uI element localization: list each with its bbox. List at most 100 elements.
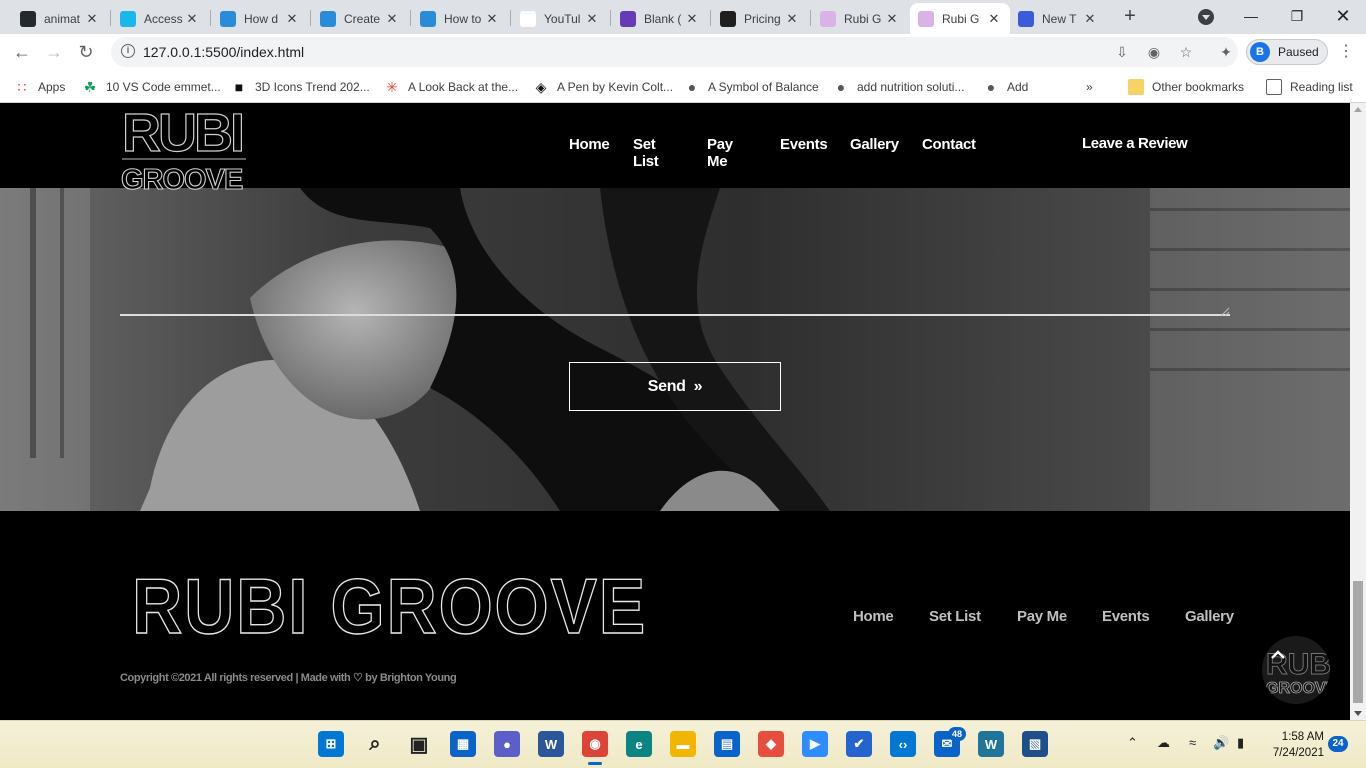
scroll-up-arrow-icon[interactable] bbox=[1354, 107, 1362, 112]
close-tab-icon[interactable]: ✕ bbox=[684, 11, 700, 27]
tab-title: animat bbox=[44, 11, 81, 26]
browser-tab[interactable]: Access ✕ bbox=[112, 3, 208, 34]
bookmark-item[interactable]: ● Add bbox=[983, 77, 1029, 97]
footer-link-gallery[interactable]: Gallery bbox=[1185, 608, 1234, 625]
task-view-icon[interactable]: ▣ bbox=[406, 731, 432, 757]
bookmark-star-icon[interactable]: ☆ bbox=[1178, 44, 1194, 60]
new-tab-button[interactable]: + bbox=[1119, 6, 1141, 28]
close-tab-icon[interactable]: ✕ bbox=[1082, 11, 1098, 27]
reading-list[interactable]: Reading list bbox=[1266, 77, 1353, 97]
reload-icon[interactable]: ↻ bbox=[74, 40, 98, 64]
system-clock[interactable]: 1:58 AM 7/24/2021 bbox=[1268, 729, 1324, 761]
url-text[interactable]: 127.0.0.1:5500/index.html bbox=[143, 44, 304, 60]
onedrive-sync-icon[interactable]: ☁ bbox=[1157, 735, 1170, 751]
browser-tab[interactable]: Blank (✕ bbox=[612, 3, 708, 34]
battery-icon[interactable]: ▮ bbox=[1237, 735, 1244, 751]
browser-tab[interactable]: Rubi G ✕ bbox=[812, 3, 908, 34]
close-tab-icon[interactable]: ✕ bbox=[484, 11, 500, 27]
resize-grip-icon[interactable] bbox=[1219, 306, 1230, 317]
bookmark-item[interactable]: ■ 3D Icons Trend 202... bbox=[231, 77, 370, 97]
browser-tab[interactable]: animat ✕ bbox=[12, 3, 108, 34]
close-window-button[interactable]: ✕ bbox=[1328, 4, 1358, 28]
vscode-icon[interactable]: ‹› bbox=[890, 731, 916, 757]
back-icon[interactable]: ← bbox=[10, 40, 34, 64]
footer-link-events[interactable]: Events bbox=[1102, 608, 1150, 625]
git-icon[interactable]: ◆ bbox=[758, 731, 784, 757]
close-tab-icon[interactable]: ✕ bbox=[986, 11, 1002, 27]
message-textarea-border[interactable] bbox=[120, 314, 1230, 316]
close-tab-icon[interactable]: ✕ bbox=[384, 11, 400, 27]
close-tab-icon[interactable]: ✕ bbox=[884, 11, 900, 27]
browser-tab[interactable]: How to ✕ bbox=[412, 3, 508, 34]
nav-link-pay-me[interactable]: Pay Me bbox=[707, 136, 733, 170]
tracking-blocked-icon[interactable]: ◉ bbox=[1146, 44, 1162, 60]
browser-tab[interactable]: New T ✕ bbox=[1010, 3, 1106, 34]
mail-badge: 48 bbox=[948, 727, 966, 741]
scroll-down-arrow-icon[interactable] bbox=[1354, 711, 1362, 716]
minimize-button[interactable]: — bbox=[1236, 4, 1266, 28]
app-icon[interactable]: ▧ bbox=[1022, 731, 1048, 757]
zoom-icon[interactable]: ▶ bbox=[802, 731, 828, 757]
back-to-top-button[interactable]: RUBI GROOVE bbox=[1262, 636, 1330, 704]
edge-icon[interactable]: e bbox=[626, 731, 652, 757]
tab-title: How to bbox=[444, 11, 482, 26]
footer-logo[interactable]: RUBI GROOVE bbox=[132, 569, 652, 641]
site-logo[interactable]: RUBI GROOVE bbox=[120, 103, 250, 191]
install-icon[interactable]: ⇩ bbox=[1114, 44, 1130, 60]
other-bookmarks[interactable]: Other bookmarks bbox=[1128, 77, 1244, 97]
search-icon[interactable]: ⌕ bbox=[362, 731, 388, 757]
nav-link-set-list[interactable]: Set List bbox=[633, 136, 659, 170]
maximize-button[interactable]: ❐ bbox=[1282, 4, 1312, 28]
browser-tab[interactable]: Rubi G ✕ bbox=[910, 3, 1010, 34]
footer-link-pay-me[interactable]: Pay Me bbox=[1017, 608, 1067, 625]
browser-tab[interactable]: Pricing ✕ bbox=[712, 3, 808, 34]
widgets-icon[interactable]: ▦ bbox=[450, 731, 476, 757]
nav-link-contact[interactable]: Contact bbox=[922, 136, 976, 153]
reading-list-icon bbox=[1266, 79, 1282, 95]
scrollbar-thumb[interactable] bbox=[1353, 581, 1363, 703]
show-hidden-icons-icon[interactable]: ⌃ bbox=[1127, 735, 1138, 751]
profile-button[interactable]: B Paused bbox=[1246, 39, 1328, 65]
footer-link-home[interactable]: Home bbox=[853, 608, 894, 625]
start-icon[interactable]: ⊞ bbox=[318, 731, 344, 757]
browser-tab[interactable]: YouTul ✕ bbox=[512, 3, 608, 34]
site-info-icon[interactable]: i bbox=[121, 44, 135, 58]
word-icon[interactable]: W bbox=[538, 731, 564, 757]
nav-link-gallery[interactable]: Gallery bbox=[850, 136, 899, 153]
close-tab-icon[interactable]: ✕ bbox=[784, 11, 800, 27]
store-icon[interactable]: ▤ bbox=[714, 731, 740, 757]
bookmark-item[interactable]: ◈ A Pen by Kevin Colt... bbox=[533, 77, 673, 97]
chrome-icon[interactable]: ◉ bbox=[582, 731, 608, 757]
bookmarks-overflow-button[interactable]: » bbox=[1086, 77, 1093, 97]
forward-icon[interactable]: → bbox=[42, 40, 66, 64]
wordpress-icon[interactable]: W bbox=[978, 731, 1004, 757]
bookmark-item[interactable]: ● add nutrition soluti... bbox=[833, 77, 965, 97]
close-tab-icon[interactable]: ✕ bbox=[584, 11, 600, 27]
tab-search-button[interactable] bbox=[1198, 9, 1214, 25]
bookmark-item[interactable]: ● A Symbol of Balance bbox=[684, 77, 819, 97]
close-tab-icon[interactable]: ✕ bbox=[84, 11, 100, 27]
address-bar[interactable]: i 127.0.0.1:5500/index.html ⇩ ◉ ☆ bbox=[111, 37, 1238, 67]
bookmark-item[interactable]: ∷ Apps bbox=[14, 77, 66, 97]
footer-link-set-list[interactable]: Set List bbox=[929, 608, 981, 625]
wifi-icon[interactable]: ≈ bbox=[1189, 735, 1196, 750]
page-scrollbar[interactable] bbox=[1350, 103, 1366, 720]
close-tab-icon[interactable]: ✕ bbox=[284, 11, 300, 27]
notification-count-badge[interactable]: 24 bbox=[1328, 736, 1348, 752]
send-button[interactable]: Send » bbox=[569, 362, 781, 411]
todo-icon[interactable]: ✔ bbox=[846, 731, 872, 757]
bookmark-item[interactable]: ☘ 10 VS Code emmet... bbox=[82, 77, 221, 97]
globe-icon: ● bbox=[986, 79, 996, 95]
extensions-icon[interactable]: ✦ bbox=[1218, 44, 1234, 60]
nav-link-home[interactable]: Home bbox=[569, 136, 610, 153]
menu-icon[interactable]: ⋮ bbox=[1338, 42, 1354, 62]
volume-icon[interactable]: 🔊 bbox=[1213, 735, 1229, 751]
bookmark-item[interactable]: ✳ A Look Back at the... bbox=[384, 77, 518, 97]
close-tab-icon[interactable]: ✕ bbox=[184, 11, 200, 27]
browser-tab[interactable]: How d ✕ bbox=[212, 3, 308, 34]
file-explorer-icon[interactable]: ▬ bbox=[670, 731, 696, 757]
teams-chat-icon[interactable]: ● bbox=[494, 731, 520, 757]
nav-link-events[interactable]: Events bbox=[780, 136, 828, 153]
browser-tab[interactable]: Create ✕ bbox=[312, 3, 408, 34]
leave-review-link[interactable]: Leave a Review bbox=[1082, 135, 1188, 152]
